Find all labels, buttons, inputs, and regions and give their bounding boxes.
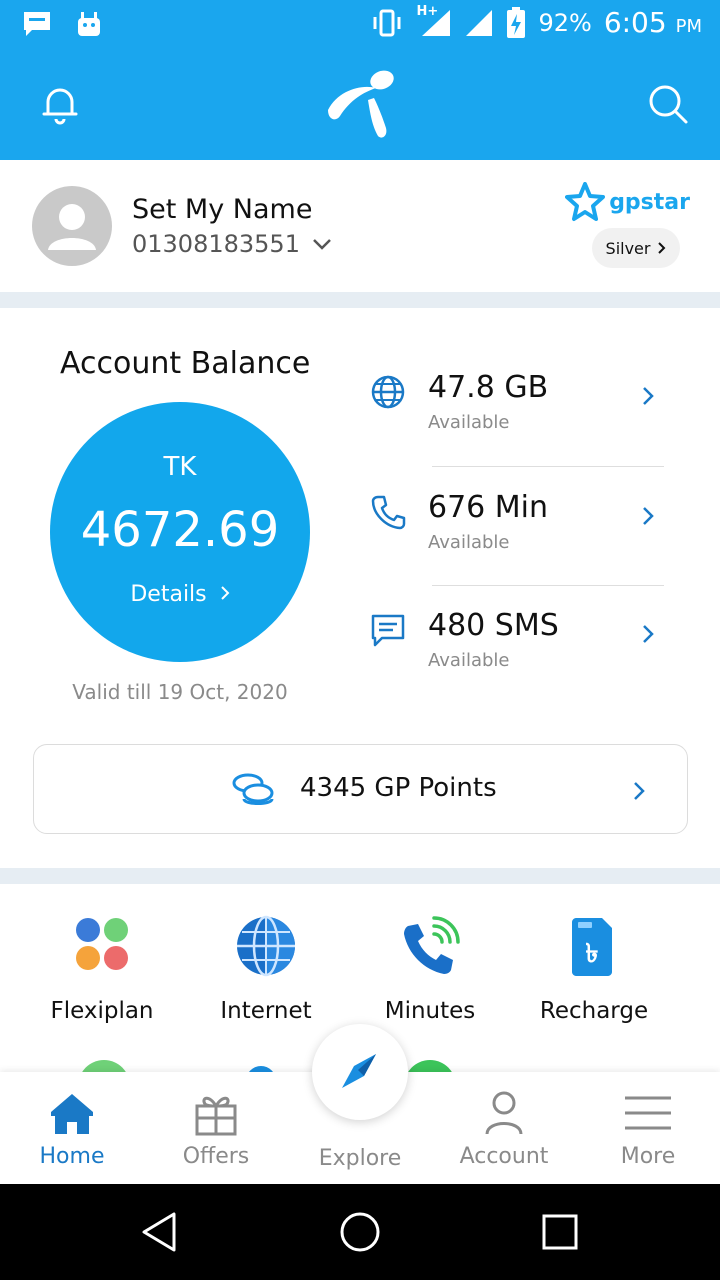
balance-title: Account Balance bbox=[60, 346, 311, 381]
compass-icon bbox=[342, 1054, 376, 1088]
tier-button[interactable]: Silver bbox=[592, 228, 680, 268]
flexiplan-icon bbox=[76, 918, 128, 970]
menu-icon bbox=[625, 1096, 671, 1130]
row-divider bbox=[432, 466, 664, 467]
usage-label: Available bbox=[428, 532, 510, 553]
recharge-sim-icon: ৳ bbox=[572, 918, 612, 976]
notification-message-icon bbox=[24, 12, 50, 36]
explore-button[interactable] bbox=[312, 1024, 408, 1120]
usage-row-minutes[interactable]: 676 Min Available bbox=[360, 476, 680, 586]
chevron-right-icon bbox=[658, 242, 666, 254]
gpstar-badge[interactable]: gpstar bbox=[565, 182, 690, 222]
vibrate-icon bbox=[373, 9, 401, 36]
chevron-right-icon bbox=[643, 625, 654, 643]
service-label: Minutes bbox=[384, 998, 476, 1024]
balance-amount: 4672.69 bbox=[80, 502, 280, 558]
svg-text:৳: ৳ bbox=[586, 939, 599, 969]
internet-globe-icon bbox=[237, 915, 295, 977]
home-icon bbox=[51, 1094, 93, 1134]
balance-circle[interactable]: TK 4672.69 Details bbox=[50, 402, 310, 662]
nav-label: Account bbox=[459, 1144, 549, 1169]
usage-value: 676 Min bbox=[428, 490, 549, 525]
clock: 6:05 PM bbox=[603, 6, 702, 39]
row-divider bbox=[432, 585, 664, 586]
toolbar bbox=[0, 50, 720, 160]
gift-icon bbox=[195, 1096, 237, 1136]
usage-row-data[interactable]: 47.8 GB Available bbox=[360, 356, 680, 466]
phone-call-icon bbox=[404, 916, 460, 974]
service-internet[interactable]: Internet bbox=[184, 914, 348, 1024]
person-icon bbox=[485, 1091, 523, 1135]
details-link[interactable]: Details bbox=[50, 582, 310, 607]
recents-icon[interactable] bbox=[538, 1210, 582, 1254]
profile-section: Set My Name 01308183551 gpstar Silver bbox=[0, 160, 720, 292]
chevron-right-icon bbox=[634, 782, 645, 800]
balance-card: Account Balance TK 4672.69 Details Valid… bbox=[0, 308, 720, 868]
nav-label: Offers bbox=[182, 1144, 250, 1169]
avatar[interactable] bbox=[32, 186, 112, 266]
nav-home[interactable]: Home bbox=[0, 1088, 144, 1169]
chevron-right-icon bbox=[643, 507, 654, 525]
nav-label: Home bbox=[39, 1144, 105, 1169]
nav-more[interactable]: More bbox=[576, 1088, 720, 1169]
nav-label: More bbox=[620, 1144, 676, 1169]
battery-charging-icon bbox=[507, 6, 526, 38]
service-label: Internet bbox=[220, 998, 312, 1024]
nav-offers[interactable]: Offers bbox=[144, 1088, 288, 1169]
tier-label: Silver bbox=[605, 238, 651, 258]
service-recharge[interactable]: ৳ Recharge bbox=[512, 914, 676, 1024]
avatar-person-icon bbox=[48, 204, 96, 250]
star-icon bbox=[565, 182, 606, 221]
usage-value: 480 SMS bbox=[428, 608, 559, 643]
gp-points-button[interactable]: 4345 GP Points bbox=[33, 744, 688, 834]
gp-points-label: 4345 GP Points bbox=[300, 773, 497, 803]
status-bar: H+ 92% 6:05 PM bbox=[0, 0, 720, 50]
section-divider bbox=[0, 292, 720, 308]
usage-value: 47.8 GB bbox=[428, 370, 549, 405]
nav-account[interactable]: Account bbox=[432, 1088, 576, 1169]
account-switcher[interactable]: 01308183551 bbox=[132, 230, 332, 258]
signal-icon-2 bbox=[466, 9, 493, 36]
battery-percent: 92% bbox=[538, 8, 592, 37]
globe-icon bbox=[371, 375, 405, 409]
nav-label: Explore bbox=[318, 1146, 402, 1171]
app-header: H+ 92% 6:05 PM bbox=[0, 0, 720, 160]
service-flexiplan[interactable]: Flexiplan bbox=[20, 914, 184, 1024]
nav-explore[interactable]: Explore bbox=[288, 1140, 432, 1171]
android-icon bbox=[78, 12, 100, 36]
chevron-right-icon bbox=[643, 387, 654, 405]
currency-label: TK bbox=[163, 452, 197, 482]
validity-text: Valid till 19 Oct, 2020 bbox=[72, 680, 288, 704]
usage-label: Available bbox=[428, 412, 510, 433]
grameenphone-logo-icon[interactable] bbox=[324, 70, 396, 140]
signal-icon: H+ bbox=[416, 4, 452, 38]
system-navigation-bar bbox=[0, 1184, 720, 1280]
service-label: Recharge bbox=[539, 998, 649, 1024]
message-icon bbox=[371, 614, 405, 647]
service-label: Flexiplan bbox=[50, 998, 154, 1024]
gpstar-label: gpstar bbox=[609, 189, 690, 215]
usage-row-sms[interactable]: 480 SMS Available bbox=[360, 594, 680, 704]
phone-icon bbox=[371, 495, 406, 530]
chevron-right-icon bbox=[220, 586, 230, 600]
search-icon[interactable] bbox=[646, 82, 690, 126]
profile-name[interactable]: Set My Name bbox=[132, 194, 312, 225]
chevron-down-icon bbox=[313, 239, 331, 250]
back-icon[interactable] bbox=[138, 1210, 182, 1254]
usage-label: Available bbox=[428, 650, 510, 671]
phone-number: 01308183551 bbox=[132, 230, 300, 258]
service-minutes[interactable]: Minutes bbox=[348, 914, 512, 1024]
coins-icon bbox=[232, 773, 274, 805]
section-divider bbox=[0, 868, 720, 884]
bell-icon[interactable] bbox=[38, 82, 82, 126]
home-circle-icon[interactable] bbox=[338, 1210, 382, 1254]
